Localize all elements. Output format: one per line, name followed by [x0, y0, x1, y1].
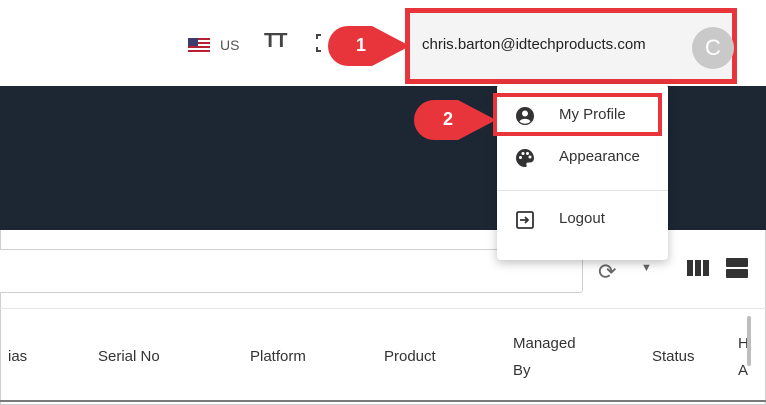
- my-profile-highlight-box: [493, 93, 662, 136]
- text-size-icon[interactable]: TT: [264, 30, 287, 53]
- menu-item-label: Appearance: [559, 148, 640, 165]
- menu-item-logout[interactable]: Logout: [497, 198, 668, 242]
- us-flag-icon[interactable]: [188, 38, 210, 52]
- search-input[interactable]: [0, 249, 583, 293]
- column-header-managed[interactable]: Managed: [513, 333, 576, 355]
- locale-label[interactable]: US: [220, 37, 239, 53]
- column-header-status[interactable]: Status: [652, 346, 695, 368]
- avatar[interactable]: C: [692, 27, 734, 69]
- rows-view-icon[interactable]: [726, 258, 748, 278]
- column-header-serial-no[interactable]: Serial No: [98, 346, 160, 368]
- column-header-platform[interactable]: Platform: [250, 346, 306, 368]
- logout-icon: [516, 211, 534, 229]
- palette-icon: [516, 149, 534, 167]
- menu-divider: [497, 190, 668, 191]
- table-header-underline: [0, 400, 766, 402]
- toolbar-divider: [0, 308, 766, 309]
- callout-number-2: 2: [442, 109, 453, 129]
- vertical-scrollbar[interactable]: [747, 316, 751, 366]
- callout-number-1: 1: [355, 35, 366, 55]
- menu-item-appearance[interactable]: Appearance: [497, 136, 668, 180]
- columns-view-icon[interactable]: [687, 260, 709, 276]
- chevron-down-icon[interactable]: ▼: [641, 262, 652, 274]
- refresh-icon[interactable]: ⟳: [598, 259, 616, 285]
- menu-item-label: Logout: [559, 210, 605, 227]
- column-header-alias[interactable]: ias: [8, 346, 27, 368]
- user-email[interactable]: chris.barton@idtechproducts.com: [422, 36, 646, 53]
- column-header-managed-by-line2: By: [513, 362, 531, 379]
- column-header-product[interactable]: Product: [384, 346, 436, 368]
